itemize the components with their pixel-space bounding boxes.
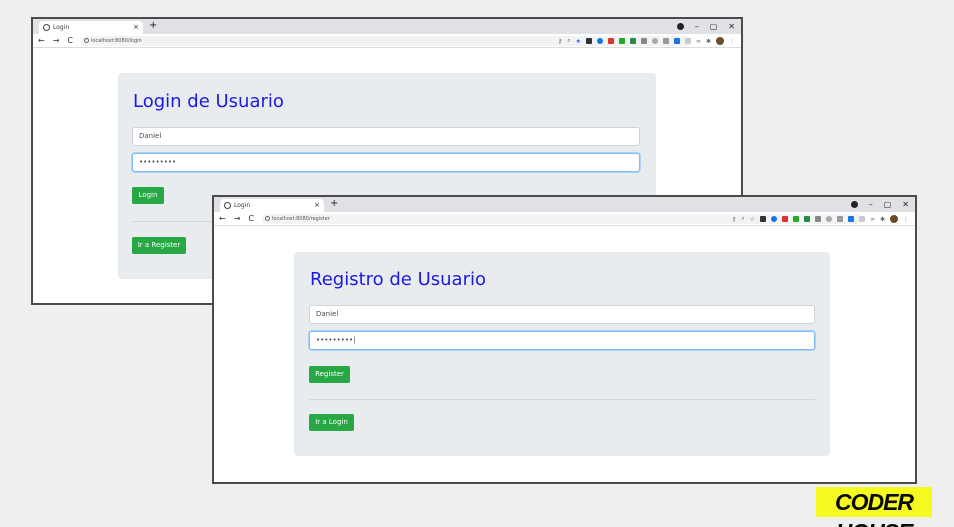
close-window-button[interactable]: ✕	[902, 197, 909, 212]
extension-icons: ⚷ ⌕ ★ ∞ ✱ ⋮	[558, 36, 735, 46]
globe-icon	[224, 202, 231, 209]
page-title: Login de Usuario	[133, 91, 284, 112]
back-button[interactable]: ←	[219, 212, 226, 226]
key-icon[interactable]: ⚷	[732, 216, 736, 223]
extension-icon[interactable]	[596, 38, 603, 44]
extension-icon[interactable]	[607, 38, 614, 44]
info-icon[interactable]	[84, 38, 89, 43]
browser-toolbar: ← → C localhost:8080/register ⚷ ⌕ ☆ ∞ ✱ …	[214, 212, 915, 226]
page-title: Registro de Usuario	[310, 269, 487, 290]
minimize-button[interactable]: –	[869, 197, 873, 212]
key-icon[interactable]: ⚷	[558, 38, 562, 45]
extension-icon[interactable]	[673, 38, 680, 44]
tab-strip: Login × + – ▢ ✕	[33, 19, 741, 34]
zoom-icon[interactable]: ⌕	[567, 37, 570, 45]
extension-icon[interactable]	[792, 216, 799, 222]
close-tab-icon[interactable]: ×	[133, 21, 139, 34]
link-icon[interactable]: ∞	[696, 38, 701, 45]
coder-house-logo: CODER HOUSE	[816, 487, 932, 527]
extension-icon[interactable]	[759, 216, 766, 222]
reload-button[interactable]: C	[67, 34, 73, 48]
tab-register[interactable]: Login ×	[220, 199, 324, 212]
username-input[interactable]: Daniel	[309, 305, 815, 324]
zoom-icon[interactable]: ⌕	[741, 215, 744, 223]
close-tab-icon[interactable]: ×	[314, 199, 320, 212]
new-tab-button[interactable]: +	[149, 19, 157, 33]
go-to-login-button[interactable]: Ir a Login	[309, 414, 354, 431]
extension-icons: ⚷ ⌕ ☆ ∞ ✱ ⋮	[732, 214, 909, 224]
back-button[interactable]: ←	[38, 34, 45, 48]
close-window-button[interactable]: ✕	[728, 19, 735, 34]
extension-icon[interactable]	[781, 216, 788, 222]
star-icon[interactable]: ★	[576, 38, 581, 45]
divider	[309, 399, 815, 400]
reload-button[interactable]: C	[248, 212, 254, 226]
tab-strip: Login × + – ▢ ✕	[214, 197, 915, 212]
tab-login[interactable]: Login ×	[39, 21, 143, 34]
extension-icon[interactable]	[825, 216, 832, 222]
puzzle-icon[interactable]: ✱	[706, 38, 711, 45]
tab-title: Login	[53, 24, 70, 31]
extension-icon[interactable]	[629, 38, 636, 44]
new-tab-button[interactable]: +	[330, 197, 338, 211]
url-text: localhost:8080/register	[272, 216, 330, 222]
menu-icon[interactable]: ⋮	[729, 38, 735, 45]
info-icon[interactable]	[265, 216, 270, 221]
extension-icon[interactable]	[858, 216, 865, 222]
browser-toolbar: ← → C localhost:8080/login ⚷ ⌕ ★ ∞ ✱ ⋮	[33, 34, 741, 48]
extension-icon[interactable]	[770, 216, 777, 222]
window-controls: – ▢ ✕	[676, 19, 735, 34]
register-card: Registro de Usuario Daniel •••••••••| Re…	[294, 252, 830, 456]
username-input[interactable]: Daniel	[132, 127, 640, 146]
url-text: localhost:8080/login	[91, 38, 142, 44]
extension-icon[interactable]	[814, 216, 821, 222]
register-button[interactable]: Register	[309, 366, 350, 383]
maximize-button[interactable]: ▢	[710, 19, 718, 34]
tab-title: Login	[234, 202, 251, 209]
extension-icon[interactable]	[662, 38, 669, 44]
star-icon[interactable]: ☆	[750, 216, 755, 223]
password-input[interactable]: •••••••••|	[309, 331, 815, 350]
password-input[interactable]: •••••••••	[132, 153, 640, 172]
window-controls: – ▢ ✕	[850, 197, 909, 212]
avatar[interactable]	[716, 37, 724, 45]
link-icon[interactable]: ∞	[870, 216, 875, 223]
globe-icon	[43, 24, 50, 31]
puzzle-icon[interactable]: ✱	[880, 216, 885, 223]
menu-icon[interactable]: ⋮	[903, 216, 909, 223]
register-browser-window: Login × + – ▢ ✕ ← → C localhost:8080/reg…	[212, 195, 917, 484]
record-icon[interactable]	[850, 201, 858, 208]
extension-icon[interactable]	[847, 216, 854, 222]
register-page: Registro de Usuario Daniel •••••••••| Re…	[214, 226, 915, 482]
extension-icon[interactable]	[684, 38, 691, 44]
minimize-button[interactable]: –	[695, 19, 699, 34]
forward-button[interactable]: →	[53, 34, 60, 48]
forward-button[interactable]: →	[234, 212, 241, 226]
avatar[interactable]	[890, 215, 898, 223]
record-icon[interactable]	[676, 23, 684, 30]
go-to-register-button[interactable]: Ir a Register	[132, 237, 186, 254]
login-button[interactable]: Login	[132, 187, 164, 204]
extension-icon[interactable]	[803, 216, 810, 222]
extension-icon[interactable]	[651, 38, 658, 44]
extension-icon[interactable]	[618, 38, 625, 44]
extension-icon[interactable]	[836, 216, 843, 222]
extension-icon[interactable]	[640, 38, 647, 44]
maximize-button[interactable]: ▢	[884, 197, 892, 212]
extension-icon[interactable]	[585, 38, 592, 44]
